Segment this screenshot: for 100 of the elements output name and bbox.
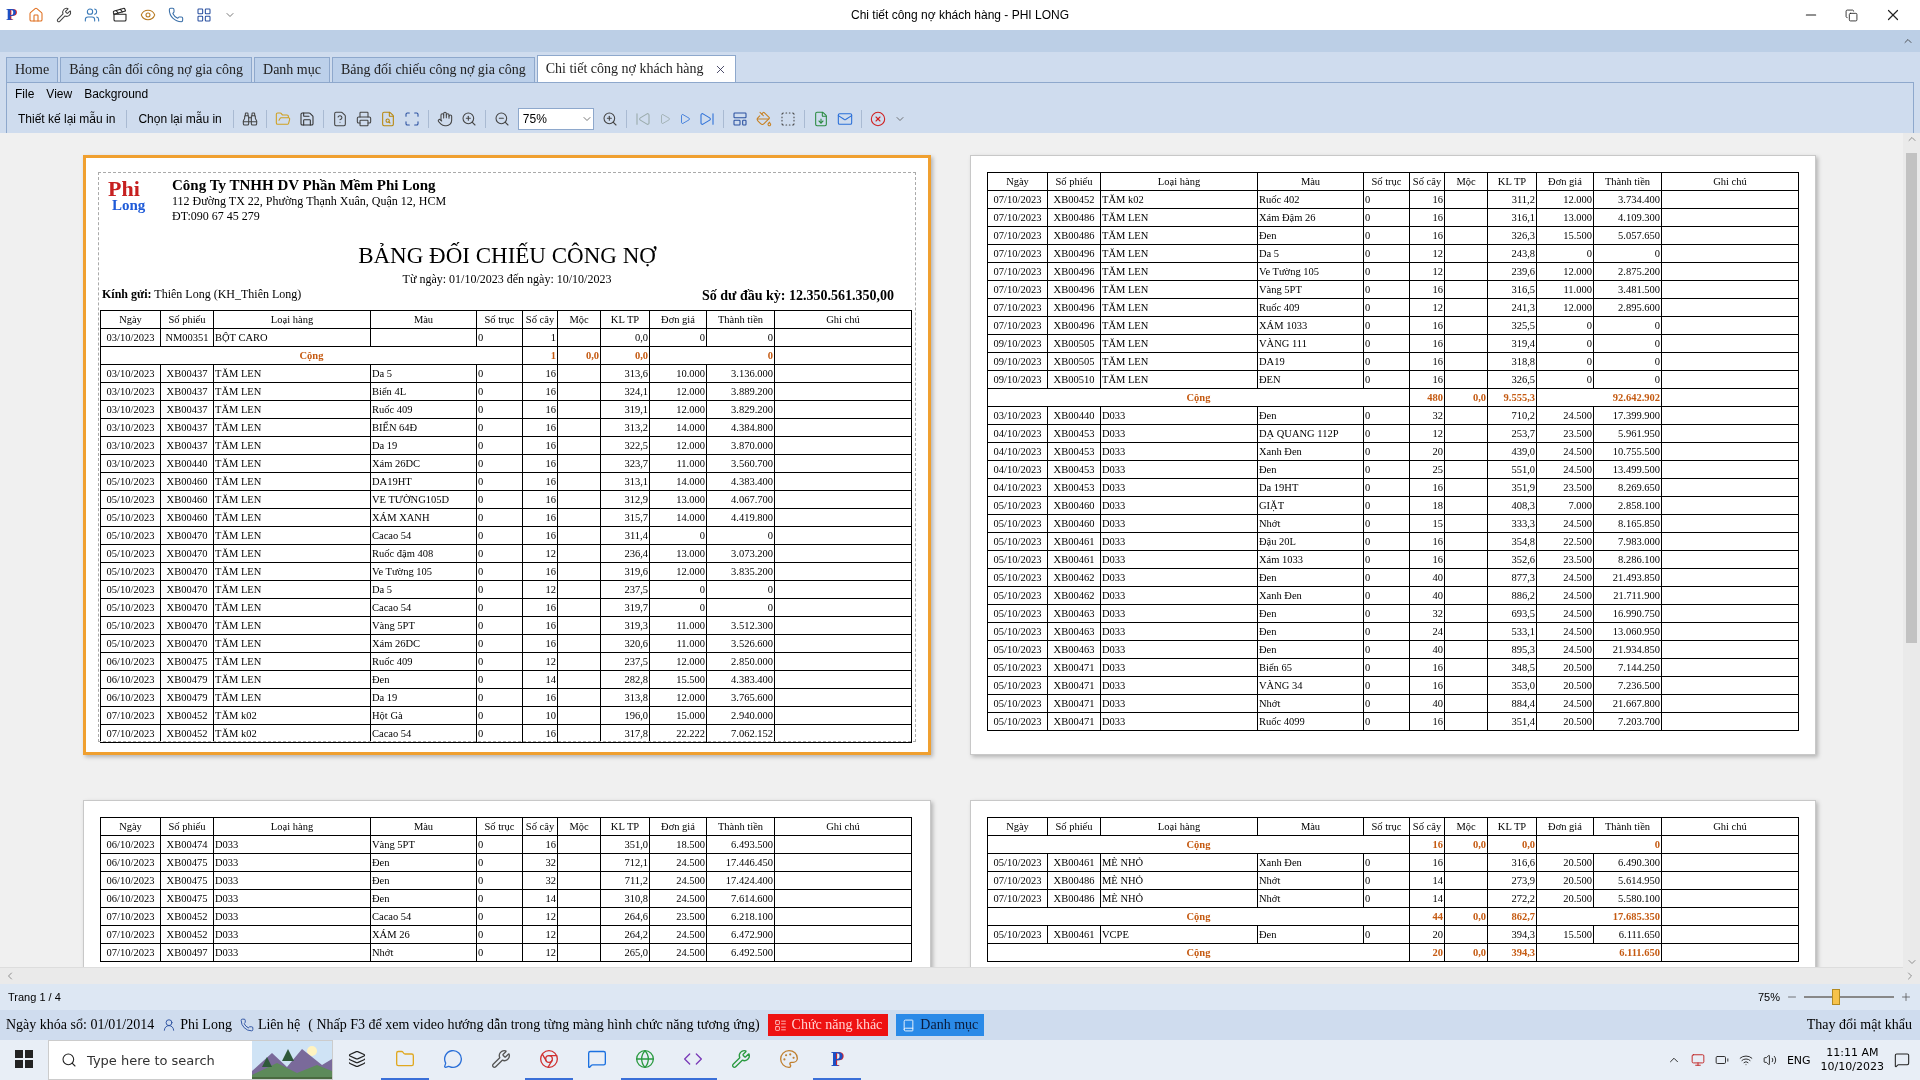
table-cell: 0 (1365, 572, 1371, 583)
table-cell: 07/10/2023 (106, 728, 155, 739)
column-header: Số trục (1371, 176, 1402, 187)
quick-print-icon[interactable] (379, 111, 396, 127)
table-cell: 8.269.650 (1618, 482, 1660, 493)
windows-start-icon[interactable] (15, 1050, 33, 1068)
binoculars-icon[interactable] (241, 111, 258, 127)
table-cell: 0 (1365, 230, 1371, 241)
taskbar-search-field[interactable]: Type here to search (48, 1040, 333, 1080)
page-setup-icon[interactable] (331, 111, 348, 127)
slider-thumb[interactable] (1831, 989, 1840, 1005)
table-cell: 16 (545, 512, 556, 523)
browser-icon[interactable] (635, 1049, 655, 1069)
zoom-combobox[interactable]: 75% (517, 108, 594, 130)
table-cell: 12.000 (1563, 194, 1592, 205)
document-tab[interactable]: Bảng cân đối công nợ gia công (60, 57, 253, 82)
table-cell: 0 (478, 656, 484, 667)
battery-icon[interactable] (1714, 1053, 1729, 1067)
phone-icon[interactable] (168, 7, 185, 23)
save-icon[interactable] (298, 111, 315, 127)
table-cell: XB00470 (166, 638, 208, 649)
app-logo[interactable]: P (830, 1047, 844, 1071)
wifi-icon[interactable] (1738, 1053, 1753, 1067)
browser-icon[interactable] (539, 1049, 559, 1069)
catalog-button[interactable]: Danh mục (896, 1014, 985, 1036)
table-cell: 0 (767, 584, 773, 595)
table-cell: 09/10/2023 (993, 374, 1042, 385)
language-indicator[interactable]: ENG (1786, 1053, 1811, 1067)
table-cell: 06/10/2023 (106, 674, 155, 685)
table-cell: 16 (1432, 194, 1443, 205)
zoom-plus-icon[interactable] (1900, 991, 1912, 1003)
monitor-icon[interactable] (1690, 1053, 1705, 1067)
table-cell: 0 (478, 584, 484, 595)
task-view-icon[interactable] (348, 1050, 366, 1068)
grid-icon[interactable] (196, 7, 213, 23)
table-cell: 05/10/2023 (993, 608, 1042, 619)
eye-icon[interactable] (140, 7, 157, 23)
zoom-in-icon[interactable] (601, 111, 618, 127)
total-cell: 16 (1432, 839, 1443, 850)
message-icon[interactable] (587, 1049, 607, 1069)
table-cell: 17.399.900 (1612, 410, 1660, 421)
clapperboard-icon[interactable] (112, 7, 129, 23)
hand-icon[interactable] (436, 111, 453, 127)
table-cell: TĂM LEN (1102, 230, 1149, 241)
next-page-icon[interactable] (678, 113, 691, 125)
contact-link[interactable]: Liên hệ (257, 1017, 301, 1033)
menu-item[interactable]: View (46, 87, 73, 101)
magnifier-icon[interactable] (460, 111, 477, 127)
toolbar-button[interactable]: Chọn lại mẫu in (135, 110, 225, 128)
notification-icon[interactable] (1894, 1052, 1910, 1068)
layout-icon[interactable] (731, 111, 748, 127)
table-cell: 354,8 (1511, 536, 1535, 547)
table-cell: 24.500 (676, 929, 705, 940)
table-cell: Biển 65 (1259, 662, 1292, 673)
document-tab[interactable]: Home (6, 57, 59, 82)
table-cell: 16 (1432, 356, 1443, 367)
wrench-icon[interactable] (56, 7, 73, 23)
table-cell: 0 (1365, 410, 1371, 421)
table-cell: 318,8 (1511, 356, 1535, 367)
user-name[interactable]: Phi Long (180, 1017, 232, 1033)
column-header: Số phiếu (168, 821, 206, 832)
watermark-icon[interactable] (779, 111, 796, 127)
paint-bucket-icon[interactable] (755, 111, 772, 127)
mail-icon[interactable] (836, 111, 853, 127)
table-cell: 265,0 (624, 947, 648, 958)
table-cell: 253,7 (1511, 428, 1535, 439)
users-icon[interactable] (84, 7, 101, 23)
total-cell: 0,0 (1521, 839, 1535, 850)
toolbar-button[interactable]: Thiết kế lại mẫu in (15, 110, 119, 128)
menu-item[interactable]: File (15, 87, 35, 101)
print-icon[interactable] (355, 111, 372, 127)
document-tab[interactable]: Danh mục (254, 57, 330, 82)
close-preview-icon[interactable] (869, 111, 886, 127)
chat-icon[interactable] (443, 1049, 463, 1069)
column-header: Mộc (569, 314, 589, 325)
tools-icon[interactable] (491, 1049, 511, 1069)
table-cell: 243,8 (1511, 248, 1535, 259)
table-cell: D033 (1102, 500, 1126, 511)
scale-icon[interactable] (403, 111, 420, 127)
table-cell: XB00496 (1053, 266, 1095, 277)
home-icon[interactable] (28, 7, 45, 23)
table-cell: 16.990.750 (1612, 608, 1660, 619)
document-tab[interactable]: Bảng đối chiếu công nợ gia công (331, 57, 535, 82)
total-cell: 6.111.650 (1619, 947, 1660, 958)
zoom-out-icon[interactable] (493, 111, 510, 127)
table-cell: XB00505 (1053, 356, 1095, 367)
column-header: Số cây (525, 821, 555, 832)
palette-icon[interactable] (779, 1049, 799, 1069)
menu-item[interactable]: Background (84, 87, 149, 101)
export-icon[interactable] (812, 111, 829, 127)
document-tab[interactable]: Chi tiết công nợ khách hàng (536, 55, 736, 82)
last-page-icon[interactable] (698, 111, 715, 127)
table-cell: 0 (1654, 338, 1660, 349)
table-cell: TĂM LEN (215, 638, 262, 649)
table-cell: 320,6 (624, 638, 648, 649)
restore-icon[interactable] (1845, 8, 1858, 22)
change-password-link[interactable]: Thay đổi mật khẩu (1806, 1017, 1920, 1033)
table-cell: 322,5 (624, 440, 648, 451)
speaker-icon[interactable] (1762, 1053, 1777, 1067)
table-cell: 12 (1432, 302, 1443, 313)
